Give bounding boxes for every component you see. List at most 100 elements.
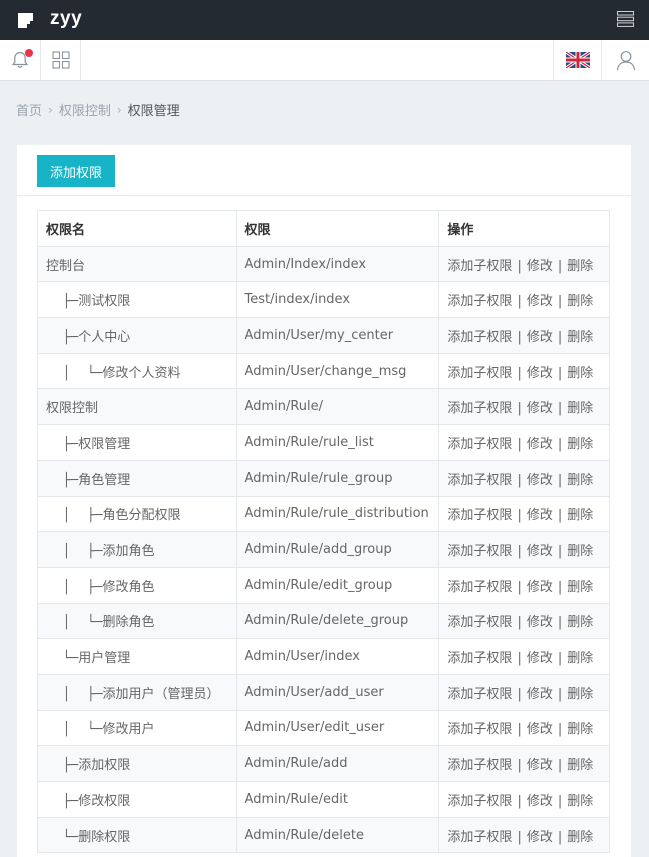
add-child-permission-link[interactable]: 添加子权限: [447, 508, 512, 523]
user-icon: [616, 51, 635, 71]
top-navbar: zyy: [0, 0, 649, 40]
apps-button[interactable]: [41, 40, 81, 80]
edit-permission-link[interactable]: 修改: [527, 259, 553, 274]
language-button[interactable]: [553, 40, 601, 80]
table-row: ├─权限管理 Admin/Rule/rule_list 添加子权限 | 修改 | 删除: [37, 424, 610, 461]
permission-name: 用户管理: [78, 651, 131, 667]
delete-permission-link[interactable]: 删除: [567, 437, 593, 452]
add-child-permission-link[interactable]: 添加子权限: [447, 830, 512, 845]
breadcrumb: 首页 › 权限控制 › 权限管理: [16, 100, 180, 120]
cell-permission-name: ├─权限管理: [37, 424, 237, 461]
add-child-permission-link[interactable]: 添加子权限: [447, 294, 512, 309]
cell-actions: 添加子权限 | 修改 | 删除: [438, 352, 610, 390]
delete-permission-link[interactable]: 删除: [567, 544, 593, 559]
delete-permission-link[interactable]: 删除: [567, 794, 593, 809]
grid-icon: [51, 51, 70, 69]
table-row: │ ├─角色分配权限 Admin/Rule/rule_distribution 添加…: [37, 495, 610, 533]
add-child-permission-link[interactable]: 添加子权限: [447, 794, 512, 809]
add-child-permission-link[interactable]: 添加子权限: [447, 580, 512, 595]
delete-permission-link[interactable]: 删除: [567, 830, 593, 845]
edit-permission-link[interactable]: 修改: [527, 722, 553, 737]
action-separator: |: [557, 651, 563, 667]
delete-permission-link[interactable]: 删除: [567, 508, 593, 523]
add-child-permission-link[interactable]: 添加子权限: [447, 544, 512, 559]
table-row: │ ├─添加角色 Admin/Rule/add_group 添加子权限 | 修改 | 删除: [37, 531, 610, 568]
tree-prefix: └─: [46, 829, 79, 845]
edit-permission-link[interactable]: 修改: [527, 830, 553, 845]
edit-permission-link[interactable]: 修改: [527, 401, 553, 416]
add-child-permission-link[interactable]: 添加子权限: [447, 687, 512, 702]
notifications-button[interactable]: [0, 40, 41, 80]
action-separator: |: [517, 508, 522, 524]
add-child-permission-link[interactable]: 添加子权限: [447, 330, 512, 345]
tree-prefix: └─: [46, 651, 79, 667]
breadcrumb-home[interactable]: 首页: [16, 100, 42, 119]
chevron-right-icon: ›: [116, 102, 122, 117]
table-header-row: 权限名 权限 操作: [37, 210, 610, 247]
action-separator: |: [517, 294, 522, 310]
tree-prefix: ├─: [46, 793, 79, 809]
cell-actions: 添加子权限 | 修改 | 删除: [438, 531, 610, 568]
add-child-permission-link[interactable]: 添加子权限: [447, 366, 512, 381]
tree-prefix: │ └─: [46, 722, 103, 738]
delete-permission-link[interactable]: 删除: [567, 722, 593, 737]
edit-permission-link[interactable]: 修改: [527, 508, 553, 523]
user-menu-button[interactable]: [601, 40, 649, 80]
permission-name: 个人中心: [78, 329, 131, 345]
edit-permission-link[interactable]: 修改: [527, 615, 553, 630]
delete-permission-link[interactable]: 删除: [567, 651, 593, 666]
permission-name: 权限控制: [46, 401, 99, 417]
edit-permission-link[interactable]: 修改: [527, 366, 553, 381]
delete-permission-link[interactable]: 删除: [567, 294, 593, 309]
delete-permission-link[interactable]: 删除: [567, 615, 593, 630]
cell-actions: 添加子权限 | 修改 | 删除: [438, 495, 610, 533]
delete-permission-link[interactable]: 删除: [567, 330, 593, 345]
table-row: ├─添加权限 Admin/Rule/add 添加子权限 | 修改 | 删除: [37, 745, 610, 782]
cell-actions: 添加子权限 | 修改 | 删除: [438, 424, 610, 461]
delete-permission-link[interactable]: 删除: [567, 580, 593, 595]
table-row: │ ├─添加用户（管理员） Admin/User/add_user 添加子权限 | 修改…: [37, 673, 610, 711]
add-child-permission-link[interactable]: 添加子权限: [447, 401, 512, 416]
edit-permission-link[interactable]: 修改: [527, 794, 553, 809]
add-child-permission-link[interactable]: 添加子权限: [447, 473, 512, 488]
action-separator: |: [517, 579, 522, 595]
edit-permission-link[interactable]: 修改: [527, 437, 553, 452]
add-child-permission-link[interactable]: 添加子权限: [447, 259, 512, 274]
table-row: 权限控制 Admin/Rule/添加子权限 | 修改 | 删除: [37, 388, 610, 426]
cell-permission-rule: Admin/Rule/edit_group: [235, 566, 440, 604]
add-permission-button[interactable]: 添加权限: [37, 155, 115, 187]
menu-icon[interactable]: [617, 11, 634, 27]
edit-permission-link[interactable]: 修改: [527, 473, 553, 488]
breadcrumb-section[interactable]: 权限控制: [59, 100, 111, 119]
add-child-permission-link[interactable]: 添加子权限: [447, 437, 512, 452]
add-child-permission-link[interactable]: 添加子权限: [447, 758, 512, 773]
delete-permission-link[interactable]: 删除: [567, 259, 593, 274]
edit-permission-link[interactable]: 修改: [527, 330, 553, 345]
add-child-permission-link[interactable]: 添加子权限: [447, 651, 512, 666]
edit-permission-link[interactable]: 修改: [527, 580, 553, 595]
delete-permission-link[interactable]: 删除: [567, 473, 593, 488]
edit-permission-link[interactable]: 修改: [527, 651, 553, 666]
cell-permission-rule: Admin/Rule/rule_distribution: [235, 495, 440, 533]
cell-permission-name: │ ├─添加角色: [37, 531, 237, 568]
edit-permission-link[interactable]: 修改: [527, 687, 553, 702]
cell-actions: 添加子权限 | 修改 | 删除: [438, 245, 610, 283]
delete-permission-link[interactable]: 删除: [567, 401, 593, 416]
action-separator: |: [517, 651, 522, 667]
edit-permission-link[interactable]: 修改: [527, 758, 553, 773]
cell-permission-name: ├─修改权限: [37, 781, 237, 818]
tree-prefix: │ ├─: [46, 579, 103, 595]
cell-permission-rule: Admin/Rule/add_group: [235, 531, 440, 568]
table-row: ├─个人中心 Admin/User/my_center 添加子权限 | 修改 | 删除: [37, 317, 610, 354]
action-separator: |: [517, 436, 522, 452]
delete-permission-link[interactable]: 删除: [567, 366, 593, 381]
edit-permission-link[interactable]: 修改: [527, 544, 553, 559]
delete-permission-link[interactable]: 删除: [567, 687, 593, 702]
add-child-permission-link[interactable]: 添加子权限: [447, 722, 512, 737]
permission-name: 添加用户（管理员）: [102, 686, 220, 702]
delete-permission-link[interactable]: 删除: [567, 758, 593, 773]
uk-flag-icon: [565, 52, 590, 68]
add-child-permission-link[interactable]: 添加子权限: [447, 615, 512, 630]
permission-name: 角色管理: [78, 472, 131, 488]
edit-permission-link[interactable]: 修改: [527, 294, 553, 309]
